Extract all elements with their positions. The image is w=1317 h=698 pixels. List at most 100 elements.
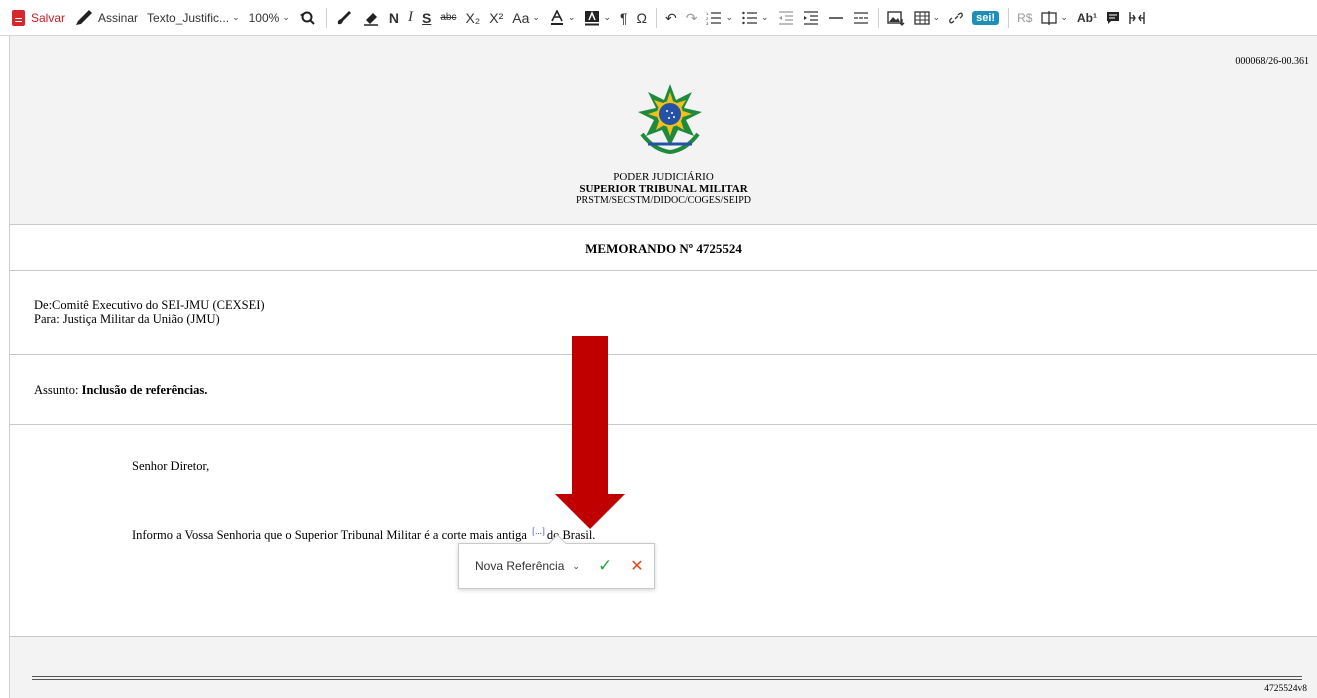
- zoom-value: 100%: [248, 10, 280, 25]
- zoom-select[interactable]: 100% ⌄: [245, 5, 294, 31]
- subject-value: Inclusão de referências.: [81, 383, 208, 397]
- background-color-select[interactable]: ⌄: [580, 5, 615, 31]
- divider: [10, 354, 1317, 355]
- header-line-1: PODER JUDICIÁRIO: [613, 171, 714, 183]
- abbreviation-button[interactable]: Ab¹: [1073, 5, 1101, 31]
- divider: [10, 636, 1317, 637]
- save-button[interactable]: Salvar: [8, 5, 69, 31]
- sei-icon: sei!: [972, 10, 1000, 25]
- reference-type-select[interactable]: Nova Referência ⌄: [475, 559, 580, 573]
- bulleted-list-select[interactable]: ⌄: [738, 5, 773, 31]
- remove-format-button[interactable]: [358, 5, 384, 31]
- chevron-down-icon: ⌄: [932, 12, 941, 22]
- horizontal-line-icon: [828, 16, 843, 19]
- horizontal-line-button[interactable]: [824, 5, 848, 31]
- divider: [10, 424, 1317, 425]
- text-color-icon: [550, 9, 563, 25]
- bulleted-list-icon: [742, 11, 758, 24]
- style-select[interactable]: Texto_Justific... ⌄: [143, 5, 244, 31]
- header-text: PODER JUDICIÁRIO SUPERIOR TRIBUNAL MILIT…: [10, 171, 1317, 207]
- reference-marker[interactable]: [...]: [532, 526, 545, 536]
- redo-icon: ↷: [685, 9, 698, 26]
- document-page: 000068/26-00.361 PODER JUDICIÁRIO SUPERI…: [9, 36, 1317, 698]
- page-break-icon: [853, 11, 868, 24]
- eraser-icon: [363, 12, 378, 26]
- font-size-select[interactable]: Aa ⌄: [508, 5, 544, 31]
- copy-format-button[interactable]: [331, 5, 357, 31]
- pen-icon: [76, 9, 93, 25]
- subject-line[interactable]: Assunto: Inclusão de referências.: [34, 383, 207, 398]
- split-button[interactable]: [1125, 5, 1149, 31]
- header-line-2: SUPERIOR TRIBUNAL MILITAR: [579, 183, 748, 195]
- superscript-button[interactable]: X²: [485, 5, 507, 31]
- numbered-list-select[interactable]: 123 ⌄: [702, 5, 737, 31]
- chevron-down-icon: ⌄: [232, 12, 240, 22]
- strikethrough-icon: abc: [440, 12, 457, 23]
- chevron-down-icon: ⌄: [1060, 12, 1068, 22]
- body-paragraph[interactable]: Informo a Vossa Senhoria que o Superior …: [132, 526, 595, 543]
- pilcrow-icon: ¶: [620, 9, 628, 26]
- bold-button[interactable]: N: [385, 5, 403, 31]
- currency-button[interactable]: R$: [1013, 5, 1036, 31]
- highlight-icon: [585, 10, 600, 25]
- save-label: Salvar: [31, 10, 66, 25]
- toolbar-separator: [1008, 7, 1010, 28]
- split-icon: [1129, 11, 1145, 24]
- svg-text:3: 3: [706, 21, 709, 25]
- text-color-select[interactable]: ⌄: [545, 5, 580, 31]
- special-chars-button[interactable]: Ω: [633, 5, 651, 31]
- redo-button[interactable]: ↷: [682, 5, 702, 31]
- editor-toolbar: Salvar Assinar Texto_Justific... ⌄ 100% …: [0, 0, 1317, 36]
- outdent-icon: [778, 10, 793, 25]
- chevron-down-icon: ⌄: [725, 12, 734, 22]
- footer-section: [10, 636, 1317, 698]
- subject-label: Assunto:: [34, 383, 82, 397]
- toolbar-separator: [877, 7, 879, 28]
- sign-button[interactable]: Assinar: [70, 5, 142, 31]
- from-line: De:Comitê Executivo do SEI-JMU (CEXSEI): [34, 298, 265, 312]
- sei-link-button[interactable]: sei!: [968, 5, 1003, 31]
- omega-icon: Ω: [636, 9, 647, 26]
- underline-icon: S: [421, 9, 432, 26]
- toolbar-separator: [325, 7, 327, 28]
- table-select[interactable]: ⌄: [910, 5, 945, 31]
- bold-icon: N: [388, 9, 399, 26]
- annotation-arrow-icon: [555, 336, 625, 529]
- insert-image-button[interactable]: [883, 5, 909, 31]
- subscript-icon: X₂: [465, 9, 481, 26]
- sender-recipient-block[interactable]: De:Comitê Executivo do SEI-JMU (CEXSEI) …: [34, 298, 265, 326]
- divider: [10, 270, 1317, 271]
- link-button[interactable]: [945, 5, 967, 31]
- toolbar-separator: [656, 7, 657, 28]
- close-icon[interactable]: ✕: [630, 556, 643, 576]
- subscript-button[interactable]: X₂: [461, 5, 484, 31]
- brazil-coat-of-arms-icon: [638, 84, 702, 155]
- italic-button[interactable]: I: [404, 5, 417, 31]
- divider: [10, 224, 1317, 225]
- reference-type-value: Nova Referência: [475, 559, 565, 573]
- strikethrough-button[interactable]: abc: [436, 5, 460, 31]
- style-value: Texto_Justific...: [147, 10, 230, 25]
- paintbrush-icon: [337, 10, 351, 24]
- numbered-list-icon: 123: [706, 11, 722, 25]
- table-icon: [913, 10, 930, 25]
- document-version-code: 4725524v8: [1264, 684, 1307, 694]
- indent-button[interactable]: [799, 5, 823, 31]
- underline-button[interactable]: S: [418, 5, 435, 31]
- outdent-button[interactable]: [774, 5, 798, 31]
- page-break-button[interactable]: [849, 5, 873, 31]
- superscript-icon: X²: [489, 9, 504, 26]
- check-icon[interactable]: ✓: [598, 556, 612, 576]
- chevron-down-icon: ⌄: [761, 12, 769, 22]
- columns-select[interactable]: ⌄: [1037, 5, 1072, 31]
- italic-icon: I: [407, 9, 413, 25]
- chevron-down-icon: ⌄: [567, 12, 576, 22]
- chevron-down-icon: ⌄: [603, 12, 611, 22]
- undo-button[interactable]: ↶: [661, 5, 681, 31]
- comment-button[interactable]: [1102, 5, 1124, 31]
- sign-label: Assinar: [98, 10, 139, 25]
- find-replace-button[interactable]: [295, 5, 321, 31]
- show-blocks-button[interactable]: ¶: [616, 5, 632, 31]
- greeting-paragraph[interactable]: Senhor Diretor,: [132, 459, 209, 474]
- image-icon: [886, 10, 905, 26]
